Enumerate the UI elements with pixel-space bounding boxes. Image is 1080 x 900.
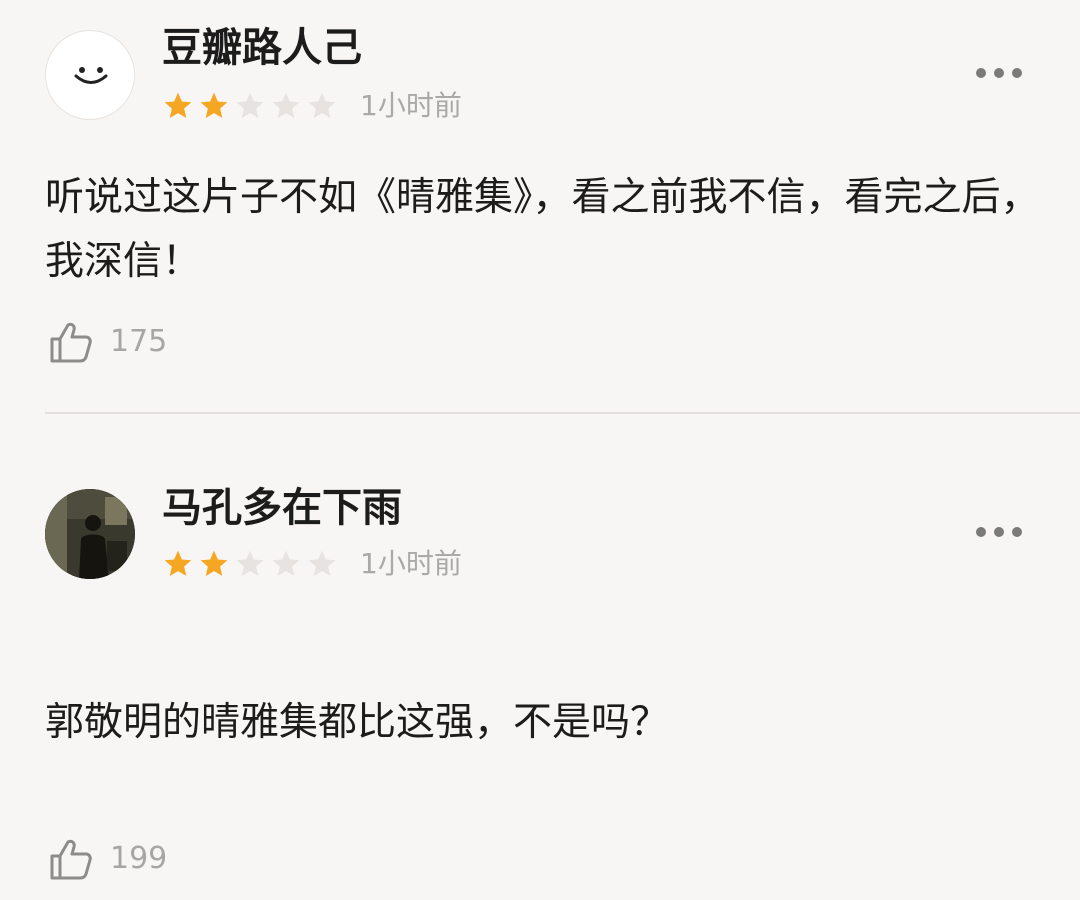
rating-row: 1小时前 [162,546,462,582]
star-empty-icon [236,92,264,118]
like-button[interactable]: 199 [48,835,167,883]
avatar[interactable] [45,489,135,579]
star-rating [162,548,342,580]
comment-time: 1小时前 [360,547,462,580]
like-count: 199 [110,841,168,876]
smiley-face-icon [74,67,108,84]
star-filled-icon [164,550,192,576]
thumbs-up-icon [50,839,92,880]
comment-time: 1小时前 [360,89,462,122]
rating-row: 1小时前 [162,88,462,124]
like-button[interactable]: 175 [48,318,167,366]
star-filled-icon [200,550,228,576]
more-dots-icon[interactable] [976,526,1022,538]
star-empty-icon [308,550,336,576]
like-count: 175 [110,324,168,359]
star-empty-icon [236,550,264,576]
star-filled-icon [164,92,192,118]
star-empty-icon [272,92,300,118]
username[interactable]: 马孔多在下雨 [162,484,402,532]
star-empty-icon [308,92,336,118]
comment-content: 听说过这片子不如《晴雅集》，看之前我不信，看完之后，我深信！ [45,175,1040,284]
comment-item: 豆瓣路人己 1小时前 听说过这片子不如《晴雅集》，看之前我不信，看完之后，我深信… [0,0,1080,412]
star-filled-icon [200,92,228,118]
photo-avatar [45,489,135,579]
avatar[interactable] [45,30,135,120]
more-dots-icon[interactable] [976,67,1022,79]
star-rating [162,90,342,122]
comment-content: 郭敬明的晴雅集都比这强，不是吗？ [45,700,670,745]
username[interactable]: 豆瓣路人己 [162,24,362,72]
comment-item: 马孔多在下雨 1小时前 郭敬明的晴雅集都比这强，不是吗？ 199 [0,414,1080,900]
star-empty-icon [272,550,300,576]
thumbs-up-icon [50,322,92,363]
